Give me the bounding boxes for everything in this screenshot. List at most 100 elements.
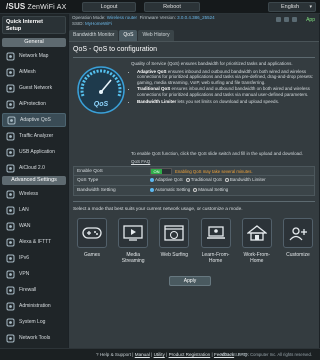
bullet-limiter: Bandwidth Limiter lets you set limits on… (137, 99, 315, 105)
qos-panel: QoS - QoS to configuration QoS Quality o… (69, 41, 319, 360)
mode-instruction: Select a mode that best suits your curre… (73, 207, 243, 212)
bandwidth-setting-label: Bandwidth Setting (77, 188, 116, 193)
bullet-traditional: Traditional QoS ensures inbound and outb… (137, 86, 315, 97)
mode-label: Media Streaming (121, 252, 145, 264)
sidebar-item-ipv6[interactable]: IPv6 (2, 251, 66, 265)
utility-link[interactable]: Utility (154, 352, 165, 357)
network-tools-icon (5, 333, 15, 343)
sidebar-item-system-log[interactable]: System Log (2, 315, 66, 329)
sidebar-item-usb-application[interactable]: USB Application (2, 145, 66, 159)
sidebar-item-lan[interactable]: LAN (2, 203, 66, 217)
mode-web-surfing[interactable]: Web Surfing (157, 218, 191, 264)
general-section-header: General (2, 38, 66, 47)
web-surfing-icon (164, 225, 185, 241)
mode-work-from-home[interactable]: Work-From-Home (240, 218, 274, 264)
ssid-value: MyHomeWiFi (85, 20, 113, 26)
mode-label: Learn-From-Home (201, 252, 230, 264)
asus-logo[interactable]: /SUS ZenWiFi AX (6, 2, 66, 11)
sidebar-item-aimesh[interactable]: AiMesh (2, 65, 66, 79)
sidebar-item-label: Administration (19, 303, 51, 309)
sidebar-item-vpn[interactable]: VPN (2, 267, 66, 281)
radio-adaptive-qos[interactable]: Adaptive QoS (150, 177, 183, 182)
sidebar-item-label: System Log (19, 319, 46, 325)
op-mode-value[interactable]: Wireless router (107, 15, 137, 20)
title-divider (73, 57, 315, 58)
radio-manual-setting[interactable]: Manual Setting (193, 187, 228, 192)
learn-from-home-icon (206, 226, 225, 239)
notification-icon[interactable] (276, 17, 281, 22)
lan-icon (5, 205, 15, 215)
qos-gauge-icon: QoS (77, 66, 125, 114)
sidebar-item-label: Network Tools (19, 335, 51, 341)
radio-traditional-qos[interactable]: Traditional QoS (185, 177, 222, 182)
tab-bar: Bandwidth Monitor QoS Web History (69, 30, 174, 41)
sidebar-item-alexa-ifttt[interactable]: Alexa & IFTTT (2, 235, 66, 249)
sidebar-item-label: IPv6 (19, 255, 30, 261)
sidebar-item-aiprotection[interactable]: AiProtection (2, 97, 66, 111)
tab-bandwidth-monitor[interactable]: Bandwidth Monitor (69, 30, 119, 41)
tab-web-history[interactable]: Web History (138, 30, 174, 41)
alexa-icon (5, 237, 15, 247)
guest-network-icon (5, 83, 15, 93)
usb-status-icon[interactable] (284, 17, 289, 22)
mode-label: Games (83, 252, 101, 258)
sidebar-item-wireless[interactable]: Wireless (2, 187, 66, 201)
qos-type-label: QoS Type (77, 178, 99, 183)
sidebar-item-label: AiMesh (19, 69, 36, 75)
qos-type-row: QoS Type Adaptive QoS Traditional QoS Ba… (73, 176, 315, 186)
advanced-section-header: Advanced Settings (2, 176, 66, 185)
mode-customize[interactable]: Customize (281, 218, 315, 264)
reboot-button[interactable]: Reboot (144, 2, 200, 12)
sidebar-item-network-tools[interactable]: Network Tools (2, 331, 66, 345)
enable-qos-label: Enable QoS (77, 169, 103, 174)
sidebar-item-label: Alexa & IFTTT (19, 239, 52, 245)
logout-button[interactable]: Logout (82, 2, 136, 12)
sidebar-item-label: AiProtection (19, 101, 46, 107)
help-support-label: Help & Support (99, 352, 131, 357)
radio-automatic-setting[interactable]: Automatic Setting (150, 187, 190, 192)
mode-media-streaming[interactable]: Media Streaming (116, 218, 150, 264)
sidebar-item-aicloud-2-0[interactable]: AiCloud 2.0 (2, 161, 66, 175)
traffic-analyzer-icon (5, 131, 15, 141)
sidebar-item-traffic-analyzer[interactable]: Traffic Analyzer (2, 129, 66, 143)
ssid-label: SSID: (72, 20, 84, 26)
firmware-value[interactable]: 3.0.0.4.386_25524 (177, 15, 215, 20)
manual-link[interactable]: Manual (135, 352, 150, 357)
wireless-icon (5, 189, 15, 199)
sidebar-item-label: Adaptive QoS (20, 117, 51, 123)
sidebar-item-adaptive-qos[interactable]: Adaptive QoS (2, 113, 66, 127)
brand-logo-text: /SUS (6, 2, 26, 11)
app-link[interactable]: App (306, 17, 315, 23)
aicloud-icon (5, 163, 15, 173)
firmware-label: Firmware Version: (139, 15, 176, 20)
sidebar-item-label: Traffic Analyzer (19, 133, 54, 139)
qis-label-2: Setup (6, 25, 22, 32)
tab-qos[interactable]: QoS (119, 30, 138, 41)
apply-button[interactable]: Apply (169, 276, 211, 286)
sidebar-item-wan[interactable]: WAN (2, 219, 66, 233)
product-registration-link[interactable]: Product Registration (169, 352, 211, 357)
usb-icon (5, 147, 15, 157)
sidebar-item-guest-network[interactable]: Guest Network (2, 81, 66, 95)
sidebar-item-label: Guest Network (19, 85, 53, 91)
form-divider (73, 201, 315, 202)
mode-label: Customize (286, 252, 310, 258)
sidebar-item-label: VPN (19, 271, 30, 277)
qos-mode-list: Games Media Streaming Web Surfing Learn-… (75, 218, 315, 264)
customize-icon (289, 227, 307, 241)
qos-intro: Quality of Service (QoS) ensures bandwid… (131, 61, 315, 105)
quick-internet-setup-button[interactable]: Quick Internet Setup (2, 16, 66, 34)
sidebar-item-label: WAN (19, 223, 31, 229)
qos-faq-link[interactable]: QoS FAQ (131, 159, 150, 164)
sidebar-item-network-map[interactable]: Network Map (2, 49, 66, 63)
help-icon: ? (96, 352, 99, 357)
wan-status-icon[interactable] (292, 17, 297, 22)
radio-bandwidth-limiter[interactable]: Bandwidth Limiter (224, 177, 266, 182)
mode-games[interactable]: Games (75, 218, 109, 264)
enable-qos-toggle[interactable]: ON (150, 168, 172, 175)
language-select[interactable]: English ▾ (268, 2, 316, 12)
sidebar-item-firewall[interactable]: Firewall (2, 283, 66, 297)
sidebar-item-administration[interactable]: Administration (2, 299, 66, 313)
mode-learn-from-home[interactable]: Learn-From-Home (199, 218, 233, 264)
sidebar-item-label: Wireless (19, 191, 39, 197)
